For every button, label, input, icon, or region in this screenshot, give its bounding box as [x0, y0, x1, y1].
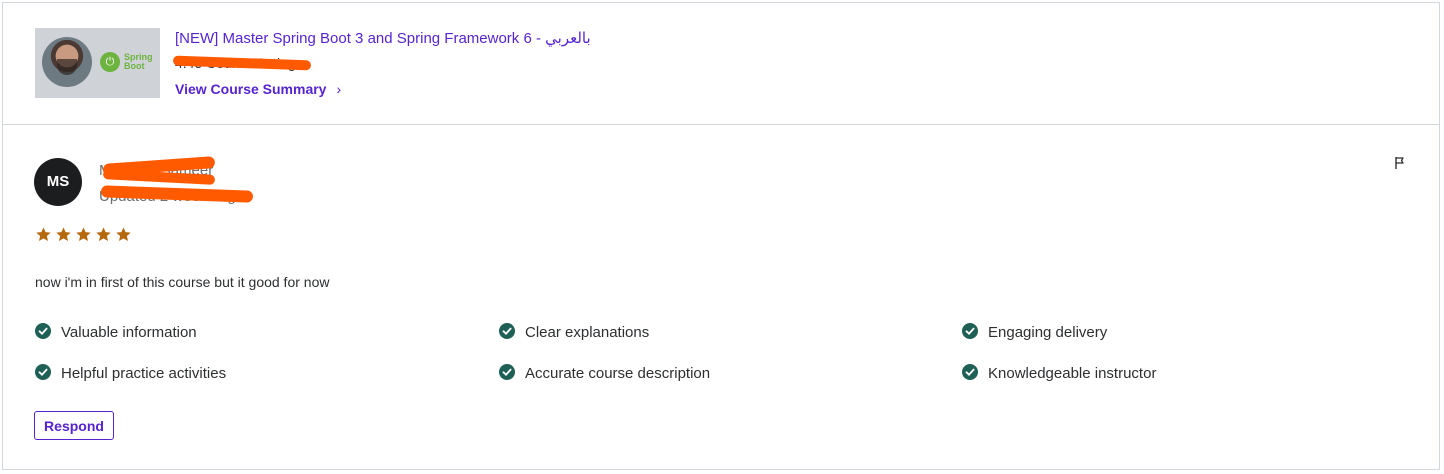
- view-course-summary-link[interactable]: View Course Summary ›: [175, 81, 341, 97]
- summary-link-label: View Course Summary: [175, 81, 327, 97]
- review-tag: Accurate course description: [499, 364, 710, 384]
- check-circle-icon: [499, 364, 515, 380]
- review-card: ⏻ Spring Boot [NEW] Master Spring Boot 3…: [2, 2, 1440, 470]
- review-tag-label: Clear explanations: [525, 324, 650, 341]
- review-tag: Helpful practice activities: [35, 364, 226, 384]
- respond-button[interactable]: Respond: [34, 411, 114, 440]
- review-tag-label: Knowledgeable instructor: [988, 365, 1157, 382]
- review-tag: Valuable information: [35, 323, 197, 343]
- review-tag: Engaging delivery: [962, 323, 1107, 343]
- instructor-photo: [42, 37, 92, 87]
- review-tag-label: Valuable information: [61, 324, 197, 341]
- check-circle-icon: [35, 364, 51, 380]
- course-header: ⏻ Spring Boot [NEW] Master Spring Boot 3…: [3, 3, 1439, 125]
- spring-power-icon: ⏻: [100, 52, 120, 72]
- star-icon: [36, 227, 51, 241]
- star-rating: [35, 226, 135, 244]
- review-tag-label: Helpful practice activities: [61, 365, 227, 382]
- star-icon: [96, 227, 111, 241]
- chevron-right-icon: ›: [336, 81, 342, 97]
- review-tag-label: Engaging delivery: [988, 324, 1108, 341]
- flag-icon[interactable]: [1393, 156, 1407, 170]
- review-tag: Knowledgeable instructor: [962, 364, 1156, 384]
- star-icon: [116, 227, 131, 241]
- star-icon: [56, 227, 71, 241]
- avatar: MS: [34, 158, 82, 206]
- check-circle-icon: [962, 323, 978, 339]
- thumbnail-badge: Spring Boot: [124, 52, 153, 71]
- course-thumbnail[interactable]: ⏻ Spring Boot: [35, 28, 160, 98]
- review-text: now i'm in first of this course but it g…: [35, 274, 330, 290]
- review: MS Muntasir Sameer Updated 2 weeks ago n…: [3, 126, 1439, 471]
- check-circle-icon: [35, 323, 51, 339]
- review-tag-label: Accurate course description: [525, 365, 711, 382]
- check-circle-icon: [499, 323, 515, 339]
- course-title[interactable]: [NEW] Master Spring Boot 3 and Spring Fr…: [175, 29, 591, 47]
- review-tag: Clear explanations: [499, 323, 649, 343]
- star-icon: [76, 227, 91, 241]
- check-circle-icon: [962, 364, 978, 380]
